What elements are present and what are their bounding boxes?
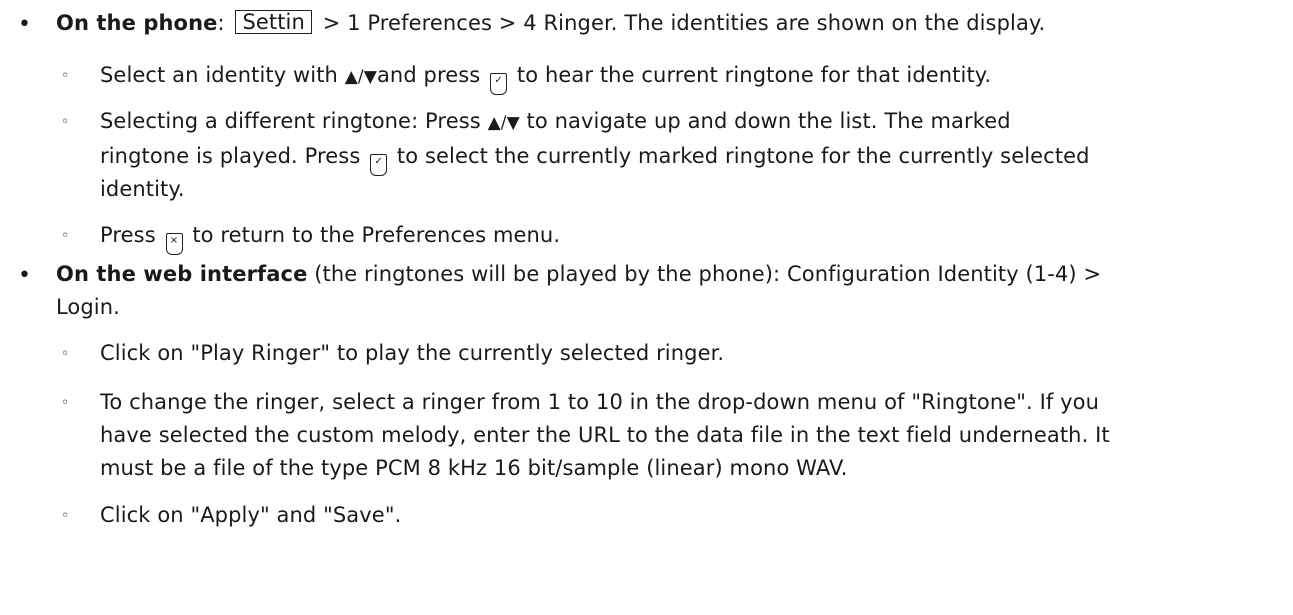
sub-bullet-circle: ◦ — [61, 395, 70, 411]
phone-menu-path: > 1 Preferences > 4 Ringer. The identiti… — [322, 11, 1046, 35]
web-label: On the web interface — [56, 262, 308, 286]
cancel-key-icon: × — [165, 233, 183, 255]
web-instruction-line-2: Login. — [56, 295, 120, 319]
change-ringer-line-1: To change the ringer, select a ringer fr… — [100, 390, 1100, 414]
sub-bullet-circle: ◦ — [61, 114, 70, 130]
document-page: • On the phone: Settin > 1 Preferences >… — [0, 0, 1293, 615]
phone-label: On the phone — [56, 11, 218, 35]
up-down-arrows-icon: ▲/▼ — [487, 113, 520, 133]
select-ringtone-line-1: Selecting a different ringtone: Press ▲/… — [100, 109, 1011, 133]
sub-bullet-circle: ◦ — [61, 508, 70, 524]
phone-instruction-line: On the phone: Settin > 1 Preferences > 4… — [56, 10, 1046, 35]
select-identity-line: Select an identity with ▲/▼and press ✓ t… — [100, 61, 991, 95]
select-ringtone-line-3: identity. — [100, 177, 185, 201]
change-ringer-line-3: must be a file of the type PCM 8 kHz 16 … — [100, 456, 848, 480]
sub-bullet-circle: ◦ — [61, 346, 70, 362]
select-ringtone-line-2: ringtone is played. Press ✓ to select th… — [100, 142, 1090, 176]
sub-bullet-circle: ◦ — [61, 68, 70, 84]
settings-key: Settin — [235, 10, 312, 34]
up-down-arrows-icon: ▲/▼ — [344, 67, 377, 87]
bullet-dot: • — [18, 12, 32, 37]
check-key-icon: ✓ — [370, 154, 388, 176]
play-ringer-line: Click on "Play Ringer" to play the curre… — [100, 341, 725, 365]
return-menu-line: Press × to return to the Preferences men… — [100, 221, 560, 255]
web-instruction-line-1: On the web interface (the ringtones will… — [56, 262, 1102, 286]
check-key-icon: ✓ — [490, 73, 508, 95]
change-ringer-line-2: have selected the custom melody, enter t… — [100, 423, 1110, 447]
sub-bullet-circle: ◦ — [61, 228, 70, 244]
apply-save-line: Click on "Apply" and "Save". — [100, 503, 402, 527]
bullet-dot: • — [18, 263, 32, 288]
